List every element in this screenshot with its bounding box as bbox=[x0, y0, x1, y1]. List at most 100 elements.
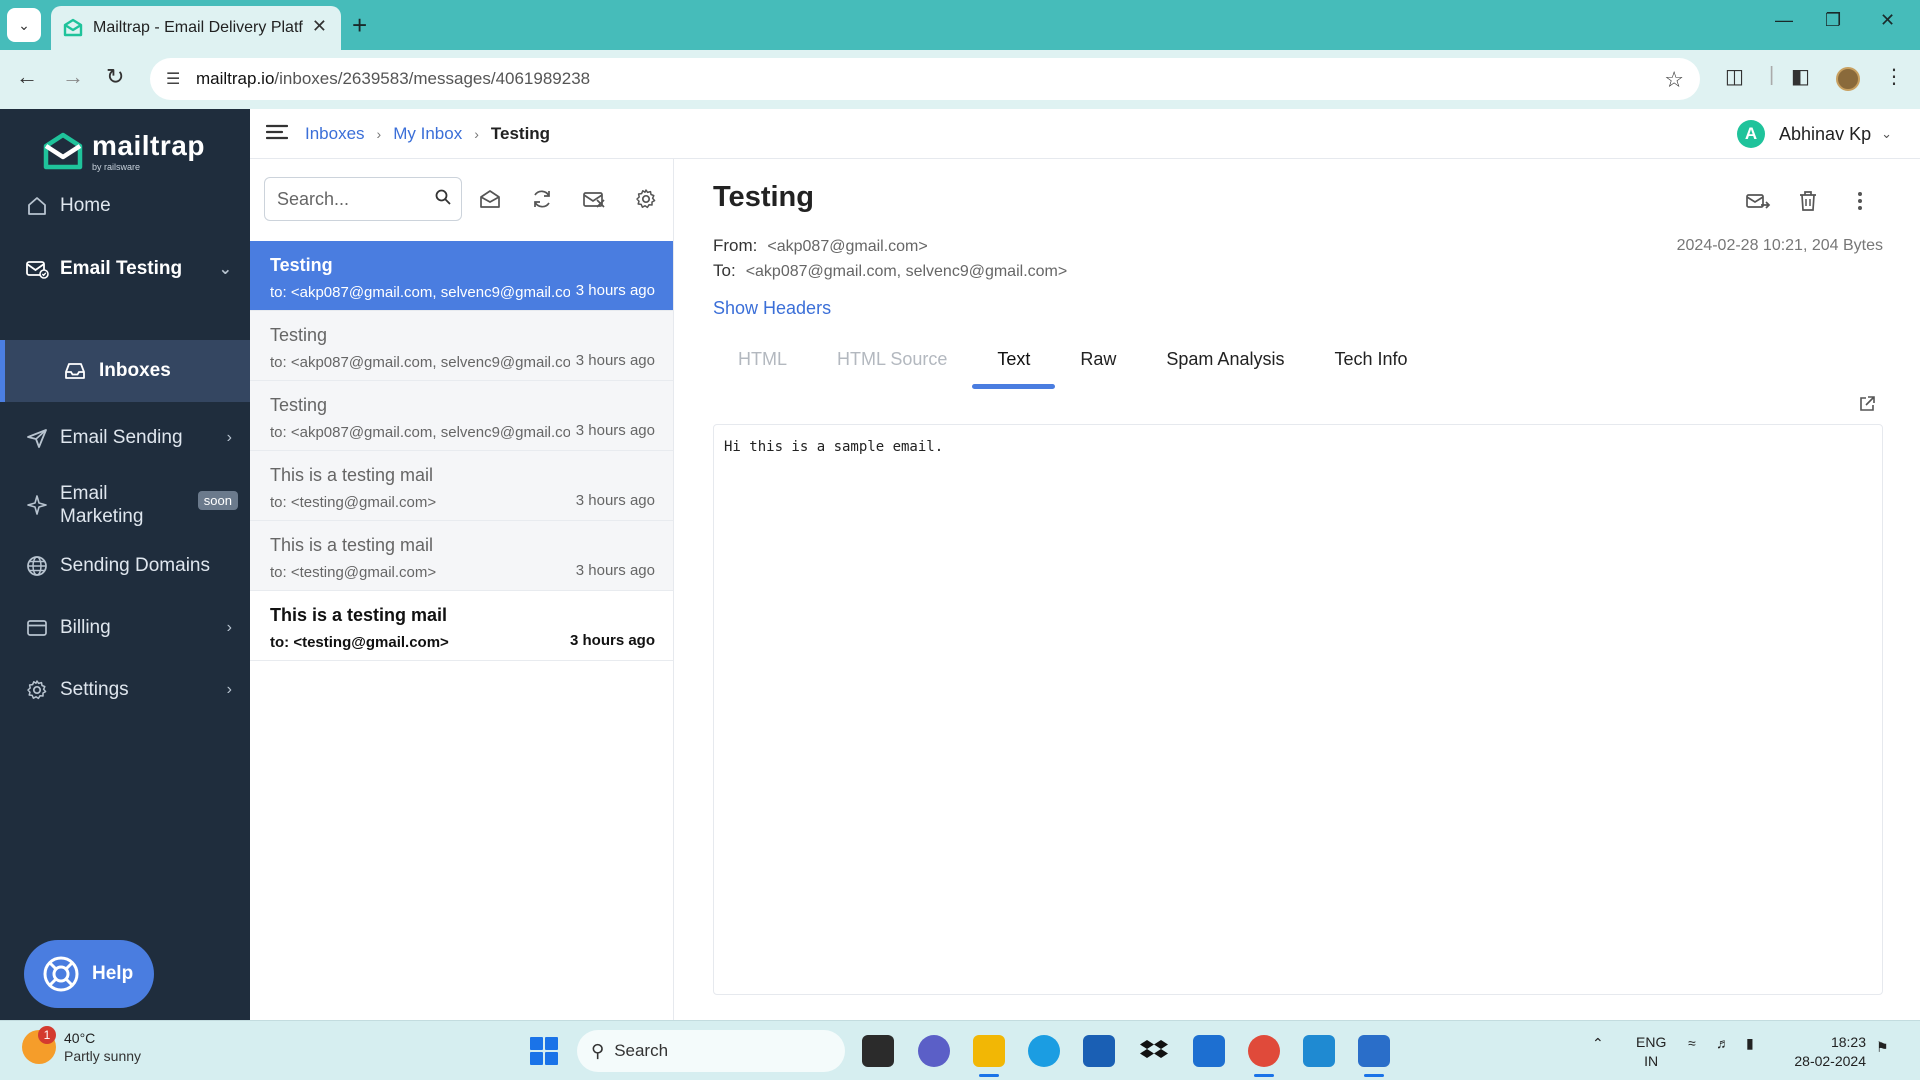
message-list-item[interactable]: This is a testing mail to: <testing@gmai… bbox=[250, 451, 673, 521]
help-label: Help bbox=[92, 963, 134, 984]
sidebar-item-email-sending[interactable]: Email Sending › bbox=[0, 407, 250, 469]
breadcrumb-separator-icon: › bbox=[376, 126, 382, 142]
breadcrumb-my-inbox[interactable]: My Inbox bbox=[393, 124, 462, 144]
bookmark-star-icon[interactable]: ☆ bbox=[1664, 67, 1684, 93]
site-info-icon[interactable]: ☰ bbox=[166, 69, 180, 89]
tab-text[interactable]: Text bbox=[972, 329, 1056, 389]
help-button[interactable]: Help bbox=[24, 940, 154, 1008]
sidebar-item-label: Billing bbox=[60, 617, 111, 638]
message-time: 3 hours ago bbox=[575, 562, 655, 579]
dropbox-icon[interactable] bbox=[1138, 1035, 1170, 1067]
mailtrap-logo[interactable]: mailtrap by railsware bbox=[42, 131, 205, 173]
edge-browser-icon[interactable] bbox=[1028, 1035, 1060, 1067]
search-icon: ⚲ bbox=[591, 1040, 605, 1061]
minimize-icon[interactable]: — bbox=[1775, 10, 1793, 31]
weather-desc: Partly sunny bbox=[64, 1048, 142, 1064]
message-list-item[interactable]: This is a testing mail to: <testing@gmai… bbox=[250, 591, 673, 661]
browser-toolbar: ← → ↻ ☰ mailtrap.io/inboxes/2639583/mess… bbox=[0, 50, 1920, 109]
wifi-icon[interactable]: ≈ bbox=[1688, 1035, 1696, 1051]
notepad-icon[interactable] bbox=[1358, 1035, 1390, 1077]
trash-icon[interactable] bbox=[1794, 187, 1822, 215]
tab-search-button[interactable]: ⌄ bbox=[7, 8, 41, 42]
close-tab-icon[interactable]: ✕ bbox=[312, 16, 327, 37]
back-arrow-icon[interactable]: ← bbox=[16, 64, 38, 90]
task-view-icon[interactable] bbox=[862, 1035, 894, 1067]
new-tab-button[interactable]: + bbox=[352, 10, 367, 40]
refresh-icon[interactable] bbox=[528, 185, 556, 213]
message-time: 3 hours ago bbox=[575, 352, 655, 369]
volume-icon[interactable]: ♬ bbox=[1716, 1035, 1730, 1051]
sidebar-item-email-marketing[interactable]: Email Marketing soon bbox=[0, 469, 250, 541]
forward-message-icon[interactable] bbox=[1744, 187, 1772, 215]
windows-taskbar: 1 40°C Partly sunny ⚲ Search ⌃ ENG IN ≈ … bbox=[0, 1020, 1920, 1080]
message-recipients: to: <akp087@gmail.com, selvenc9@gmail.co… bbox=[270, 284, 570, 301]
user-menu[interactable]: A Abhinav Kp ⌄ bbox=[1737, 120, 1892, 148]
url-path: /inboxes/2639583/messages/4061989238 bbox=[274, 69, 591, 88]
chrome-browser-icon[interactable] bbox=[1248, 1035, 1280, 1077]
close-window-icon[interactable]: ✕ bbox=[1880, 10, 1895, 31]
more-options-kebab-icon[interactable] bbox=[1846, 187, 1874, 215]
vscode-icon[interactable] bbox=[1303, 1035, 1335, 1067]
browser-tabstrip: ⌄ Mailtrap - Email Delivery Platform ✕ +… bbox=[0, 0, 1920, 50]
lifebuoy-icon bbox=[43, 956, 79, 992]
windows-start-icon[interactable] bbox=[530, 1037, 558, 1065]
notification-bell-icon[interactable]: ⚑ bbox=[1876, 1039, 1889, 1056]
sidebar-item-billing[interactable]: Billing › bbox=[0, 597, 250, 659]
tab-spam-analysis[interactable]: Spam Analysis bbox=[1141, 329, 1309, 389]
message-recipients: to: <testing@gmail.com> bbox=[270, 564, 437, 581]
sidebar-item-inboxes[interactable]: Inboxes bbox=[0, 340, 250, 402]
forward-arrow-icon[interactable]: → bbox=[62, 64, 84, 90]
message-list-item[interactable]: Testing to: <akp087@gmail.com, selvenc9@… bbox=[250, 381, 673, 451]
restore-icon[interactable]: ❐ bbox=[1825, 10, 1841, 31]
tab-html-source[interactable]: HTML Source bbox=[812, 329, 972, 389]
tab-html[interactable]: HTML bbox=[713, 329, 812, 389]
taskbar-clock[interactable]: 18:23 28-02-2024 bbox=[1794, 1033, 1866, 1071]
mail-app-icon[interactable] bbox=[1083, 1035, 1115, 1067]
browser-menu-kebab-icon[interactable]: ⋮ bbox=[1884, 64, 1904, 89]
breadcrumb-inboxes[interactable]: Inboxes bbox=[305, 124, 365, 144]
microsoft-store-icon[interactable] bbox=[1193, 1035, 1225, 1067]
search-input[interactable]: Search... bbox=[264, 177, 462, 221]
search-icon[interactable] bbox=[435, 189, 451, 210]
browser-profile-avatar[interactable] bbox=[1836, 67, 1860, 91]
file-explorer-icon[interactable] bbox=[973, 1035, 1005, 1077]
battery-icon[interactable]: ▮ bbox=[1746, 1035, 1754, 1052]
sidebar-item-email-testing[interactable]: Email Testing ⌄ bbox=[0, 238, 250, 300]
message-list-item[interactable]: Testing to: <akp087@gmail.com, selvenc9@… bbox=[250, 241, 673, 311]
credit-card-icon bbox=[24, 615, 50, 641]
language-indicator[interactable]: ENG IN bbox=[1636, 1033, 1666, 1071]
open-in-new-window-icon[interactable] bbox=[1858, 395, 1876, 418]
tab-tech-info[interactable]: Tech Info bbox=[1309, 329, 1432, 389]
message-list-item[interactable]: Testing to: <akp087@gmail.com, selvenc9@… bbox=[250, 311, 673, 381]
message-list-item[interactable]: This is a testing mail to: <testing@gmai… bbox=[250, 521, 673, 591]
sidebar-item-settings[interactable]: Settings › bbox=[0, 659, 250, 721]
show-hidden-icons-chevron-icon[interactable]: ⌃ bbox=[1592, 1035, 1604, 1052]
taskbar-search[interactable]: ⚲ Search bbox=[577, 1030, 845, 1072]
to-label: To: bbox=[713, 261, 736, 280]
sidebar-item-sending-domains[interactable]: Sending Domains bbox=[0, 535, 250, 597]
sidebar-item-label: Email Sending bbox=[60, 427, 183, 448]
message-recipients: to: <akp087@gmail.com, selvenc9@gmail.co… bbox=[270, 424, 570, 441]
message-subject: This is a testing mail bbox=[270, 605, 448, 625]
message-view-tabs: HTML HTML Source Text Raw Spam Analysis … bbox=[713, 329, 1433, 389]
inbox-settings-gear-icon[interactable] bbox=[632, 185, 660, 213]
message-subject: This is a testing mail bbox=[270, 465, 434, 485]
sidebar-item-label: Home bbox=[60, 195, 111, 216]
browser-tab[interactable]: Mailtrap - Email Delivery Platform ✕ bbox=[51, 6, 341, 50]
show-headers-link[interactable]: Show Headers bbox=[713, 298, 831, 319]
message-time: 3 hours ago bbox=[569, 632, 655, 649]
message-body-frame: Hi this is a sample email. bbox=[713, 424, 1883, 995]
menu-toggle-icon[interactable] bbox=[266, 123, 288, 141]
lang-line2: IN bbox=[1644, 1053, 1659, 1069]
chat-icon[interactable] bbox=[918, 1035, 950, 1067]
tab-raw[interactable]: Raw bbox=[1055, 329, 1141, 389]
sidebar-item-home[interactable]: Home bbox=[0, 175, 250, 237]
mark-all-read-icon[interactable] bbox=[476, 185, 504, 213]
reload-icon[interactable]: ↻ bbox=[106, 64, 124, 90]
side-panel-icon[interactable]: ◧ bbox=[1791, 64, 1810, 89]
weather-widget[interactable]: 1 40°C Partly sunny bbox=[22, 1026, 142, 1065]
address-bar[interactable]: ☰ mailtrap.io/inboxes/2639583/messages/4… bbox=[150, 58, 1700, 100]
clear-inbox-icon[interactable] bbox=[580, 185, 608, 213]
extensions-puzzle-icon[interactable]: ◫ bbox=[1725, 64, 1744, 89]
app-header: Inboxes › My Inbox › Testing A Abhinav K… bbox=[250, 109, 1920, 159]
